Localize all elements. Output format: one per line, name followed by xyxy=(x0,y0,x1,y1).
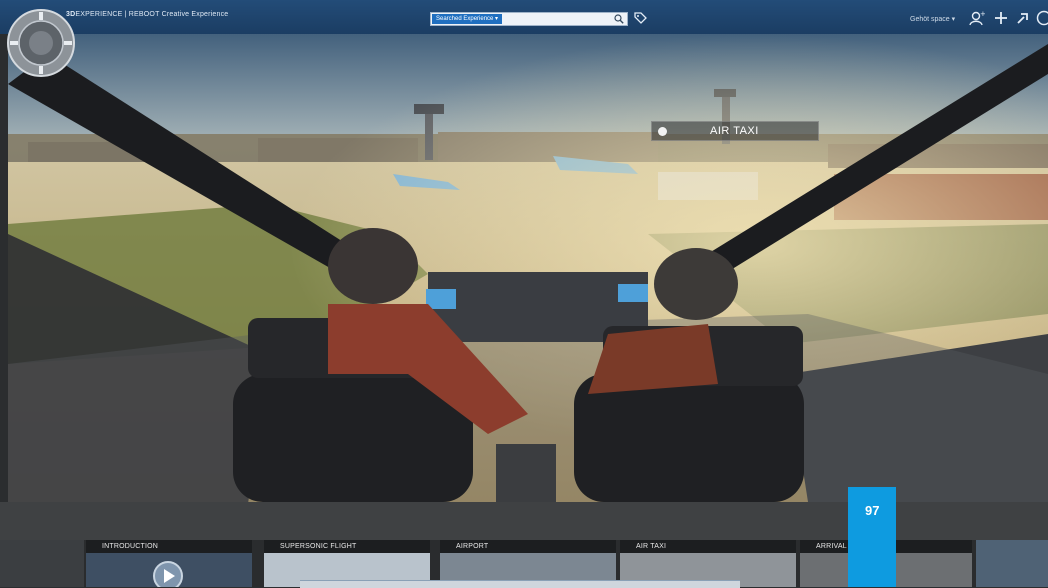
plus-icon[interactable] xyxy=(993,10,1009,26)
step-indicator-icon xyxy=(658,127,667,136)
chapter-introduction[interactable]: INTRODUCTION xyxy=(86,540,252,587)
help-icon[interactable] xyxy=(1036,10,1048,26)
search-scope-dropdown[interactable]: Searched Experience ▾ xyxy=(432,14,502,24)
search-box[interactable]: Searched Experience ▾ xyxy=(430,12,628,26)
page-number-badge: 97 xyxy=(848,487,896,587)
step-label: AIR TAXI xyxy=(710,125,759,137)
chapter-label: AIR TAXI xyxy=(620,540,796,553)
chapter-thumbnail-prev[interactable] xyxy=(0,540,84,587)
3d-viewport[interactable]: AIR TAXI xyxy=(8,34,1048,502)
top-bar: 3DEXPERIENCE | REBOOT Creative Experienc… xyxy=(0,0,1048,34)
share-icon[interactable] xyxy=(1015,10,1031,26)
svg-text:+: + xyxy=(980,10,985,18)
cockpit-scene xyxy=(8,34,1048,502)
add-user-icon[interactable]: + xyxy=(969,10,985,26)
chapter-label: SUPERSONIC FLIGHT xyxy=(264,540,430,553)
tag-icon[interactable] xyxy=(633,11,647,25)
step-banner: AIR TAXI xyxy=(651,121,819,141)
collaborative-space-selector[interactable]: Gehöt space ▾ xyxy=(910,15,955,23)
chapter-label: INTRODUCTION xyxy=(86,540,252,553)
page-number: 97 xyxy=(865,503,879,518)
chapter-label: AIRPORT xyxy=(440,540,616,553)
play-icon[interactable] xyxy=(148,556,188,587)
compass-icon[interactable] xyxy=(6,8,76,78)
search-input[interactable] xyxy=(512,15,612,23)
chapter-thumbnail-next[interactable] xyxy=(976,540,1048,587)
app-title: 3DEXPERIENCE | REBOOT Creative Experienc… xyxy=(66,11,228,18)
search-icon[interactable] xyxy=(614,14,624,24)
